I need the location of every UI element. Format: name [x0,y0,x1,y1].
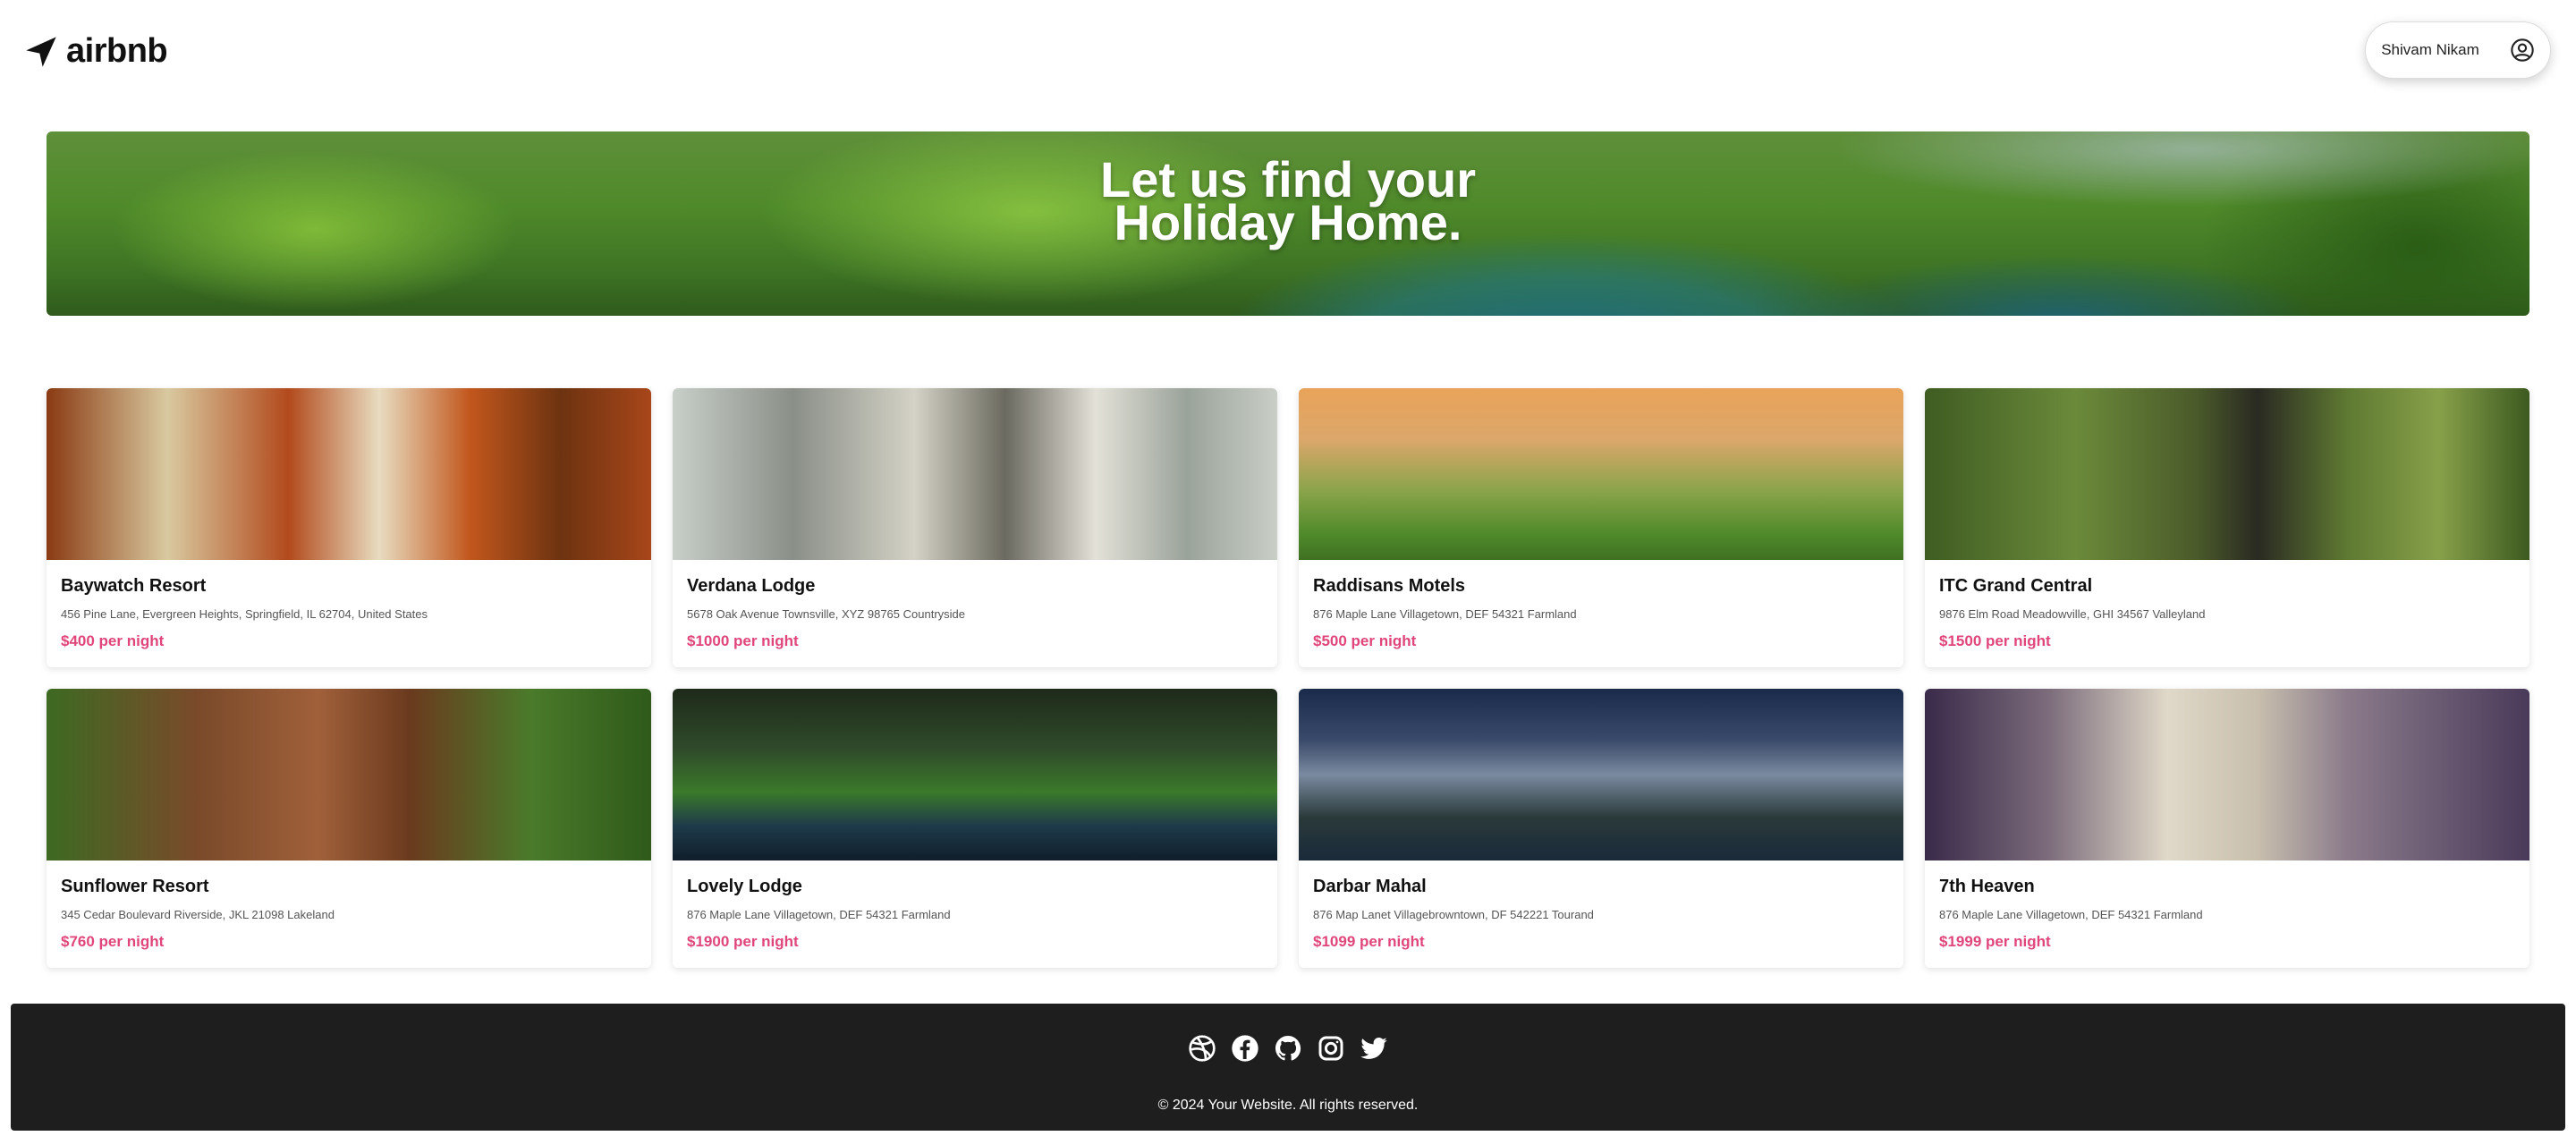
navigation-arrow-icon [23,34,59,70]
github-icon[interactable] [1274,1034,1302,1063]
copyright-text: © 2024 Your Website. All rights reserved… [1157,1098,1419,1113]
listing-price: $1500 per night [1939,632,2051,649]
listing-image [47,689,651,860]
listing-card[interactable]: Verdana Lodge 5678 Oak Avenue Townsville… [673,388,1277,667]
site-footer: © 2024 Your Website. All rights reserved… [11,1004,2565,1131]
listing-address: 876 Maple Lane Villagetown, DEF 54321 Fa… [687,908,951,921]
listing-price: $500 per night [1313,632,1417,649]
user-menu-button[interactable]: Shivam Nikam [2365,21,2551,79]
listing-image [1299,388,1903,560]
listing-address: 876 Map Lanet Villagebrowntown, DF 54222… [1313,908,1594,921]
listing-card[interactable]: Baywatch Resort 456 Pine Lane, Evergreen… [47,388,651,667]
hero-title-line2: Holiday Home. [1114,194,1462,250]
listing-address: 9876 Elm Road Meadowville, GHI 34567 Val… [1939,607,2206,621]
instagram-icon[interactable] [1317,1034,1345,1063]
listing-price: $1099 per night [1313,933,1425,950]
listing-title: 7th Heaven [1939,877,2035,896]
listing-title: Darbar Mahal [1313,877,1427,896]
listing-price: $400 per night [61,632,165,649]
dribbble-icon[interactable] [1188,1034,1216,1063]
listing-card[interactable]: Darbar Mahal 876 Map Lanet Villagebrownt… [1299,689,1903,968]
user-name: Shivam Nikam [2381,41,2479,58]
listing-card[interactable]: ITC Grand Central 9876 Elm Road Meadowvi… [1925,388,2529,667]
listing-title: Raddisans Motels [1313,576,1466,596]
listing-image [673,388,1277,560]
user-circle-icon [2510,38,2535,63]
listing-card[interactable]: Raddisans Motels 876 Maple Lane Villaget… [1299,388,1903,667]
hero-title: Let us find your Holiday Home. [47,155,2529,250]
listing-address: 5678 Oak Avenue Townsville, XYZ 98765 Co… [687,607,965,621]
listing-address: 345 Cedar Boulevard Riverside, JKL 21098… [61,908,335,921]
social-links [11,1034,2565,1063]
facebook-icon[interactable] [1231,1034,1259,1063]
listing-image [1925,689,2529,860]
listing-image [1299,689,1903,860]
listing-title: Verdana Lodge [687,576,816,596]
listing-image [673,689,1277,860]
listing-price: $1900 per night [687,933,799,950]
listing-address: 876 Maple Lane Villagetown, DEF 54321 Fa… [1939,908,2203,921]
brand-logo[interactable]: airbnb [23,32,168,71]
twitter-icon[interactable] [1360,1034,1388,1063]
listing-card[interactable]: Lovely Lodge 876 Maple Lane Villagetown,… [673,689,1277,968]
listing-address: 456 Pine Lane, Evergreen Heights, Spring… [61,607,428,621]
listing-title: Baywatch Resort [61,576,207,596]
listing-image [47,388,651,560]
listing-card[interactable]: 7th Heaven 876 Maple Lane Villagetown, D… [1925,689,2529,968]
listing-price: $1000 per night [687,632,799,649]
listing-price: $1999 per night [1939,933,2051,950]
listing-title: ITC Grand Central [1939,576,2093,596]
listing-title: Sunflower Resort [61,877,209,896]
site-header: airbnb Shivam Nikam [0,0,2576,107]
brand-name: airbnb [66,32,168,70]
listing-image [1925,388,2529,560]
listing-price: $760 per night [61,933,165,950]
listing-title: Lovely Lodge [687,877,802,896]
listing-address: 876 Maple Lane Villagetown, DEF 54321 Fa… [1313,607,1577,621]
hero-banner: Let us find your Holiday Home. [47,131,2529,316]
listing-card[interactable]: Sunflower Resort 345 Cedar Boulevard Riv… [47,689,651,968]
